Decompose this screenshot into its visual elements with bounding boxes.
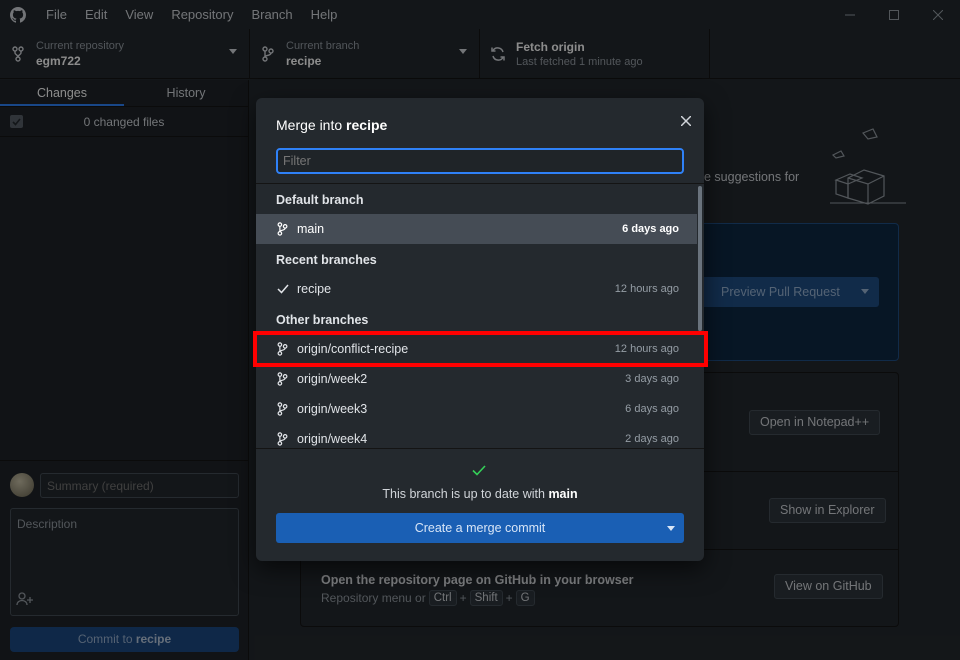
dialog-title-branch: recipe (346, 117, 388, 133)
branch-name: main (297, 222, 325, 236)
branch-item-main[interactable]: main 6 days ago (256, 214, 697, 244)
other-branches-header: Other branches (276, 313, 369, 327)
branch-icon (277, 432, 297, 446)
branch-icon (277, 372, 297, 386)
branch-item-origin-week2[interactable]: origin/week2 3 days ago (256, 364, 697, 394)
branch-item-origin-week3[interactable]: origin/week3 6 days ago (256, 394, 697, 424)
branch-list-scrollbar[interactable] (698, 186, 702, 331)
merge-status: This branch is up to date with main (256, 487, 704, 501)
merge-dialog: Merge into recipe Default branch main 6 … (256, 98, 704, 561)
branch-item-origin-week4[interactable]: origin/week4 2 days ago (256, 424, 697, 448)
dialog-footer: This branch is up to date with main Crea… (256, 448, 704, 561)
recent-branches-header: Recent branches (276, 253, 377, 267)
status-prefix: This branch is up to date with (382, 487, 549, 501)
branch-icon (277, 402, 297, 416)
branch-name: recipe (297, 282, 332, 296)
filter-input[interactable] (276, 148, 684, 174)
branch-name: origin/week3 (297, 402, 368, 416)
branch-time: 2 days ago (625, 433, 679, 445)
status-branch: main (548, 487, 578, 501)
close-icon[interactable] (678, 114, 694, 130)
branch-icon (277, 222, 297, 236)
branch-item-recipe[interactable]: recipe 12 hours ago (256, 274, 697, 304)
branch-time: 6 days ago (625, 403, 679, 415)
branch-time: 6 days ago (622, 223, 679, 235)
merge-button-label: Create a merge commit (414, 521, 546, 535)
checkmark-icon (277, 284, 297, 294)
branch-time: 12 hours ago (614, 283, 679, 295)
chevron-down-icon[interactable] (667, 526, 675, 531)
highlight-box (253, 331, 708, 367)
create-merge-commit-button[interactable]: Create a merge commit (276, 513, 684, 543)
checkmark-icon (472, 463, 486, 480)
branch-list: Default branch main 6 days ago Recent br… (256, 183, 704, 448)
branch-time: 3 days ago (625, 373, 679, 385)
dialog-title-prefix: Merge into (276, 117, 347, 133)
default-branch-header: Default branch (276, 193, 364, 207)
dialog-title: Merge into recipe (276, 117, 387, 133)
branch-name: origin/week2 (297, 372, 368, 386)
branch-name: origin/week4 (297, 432, 368, 446)
